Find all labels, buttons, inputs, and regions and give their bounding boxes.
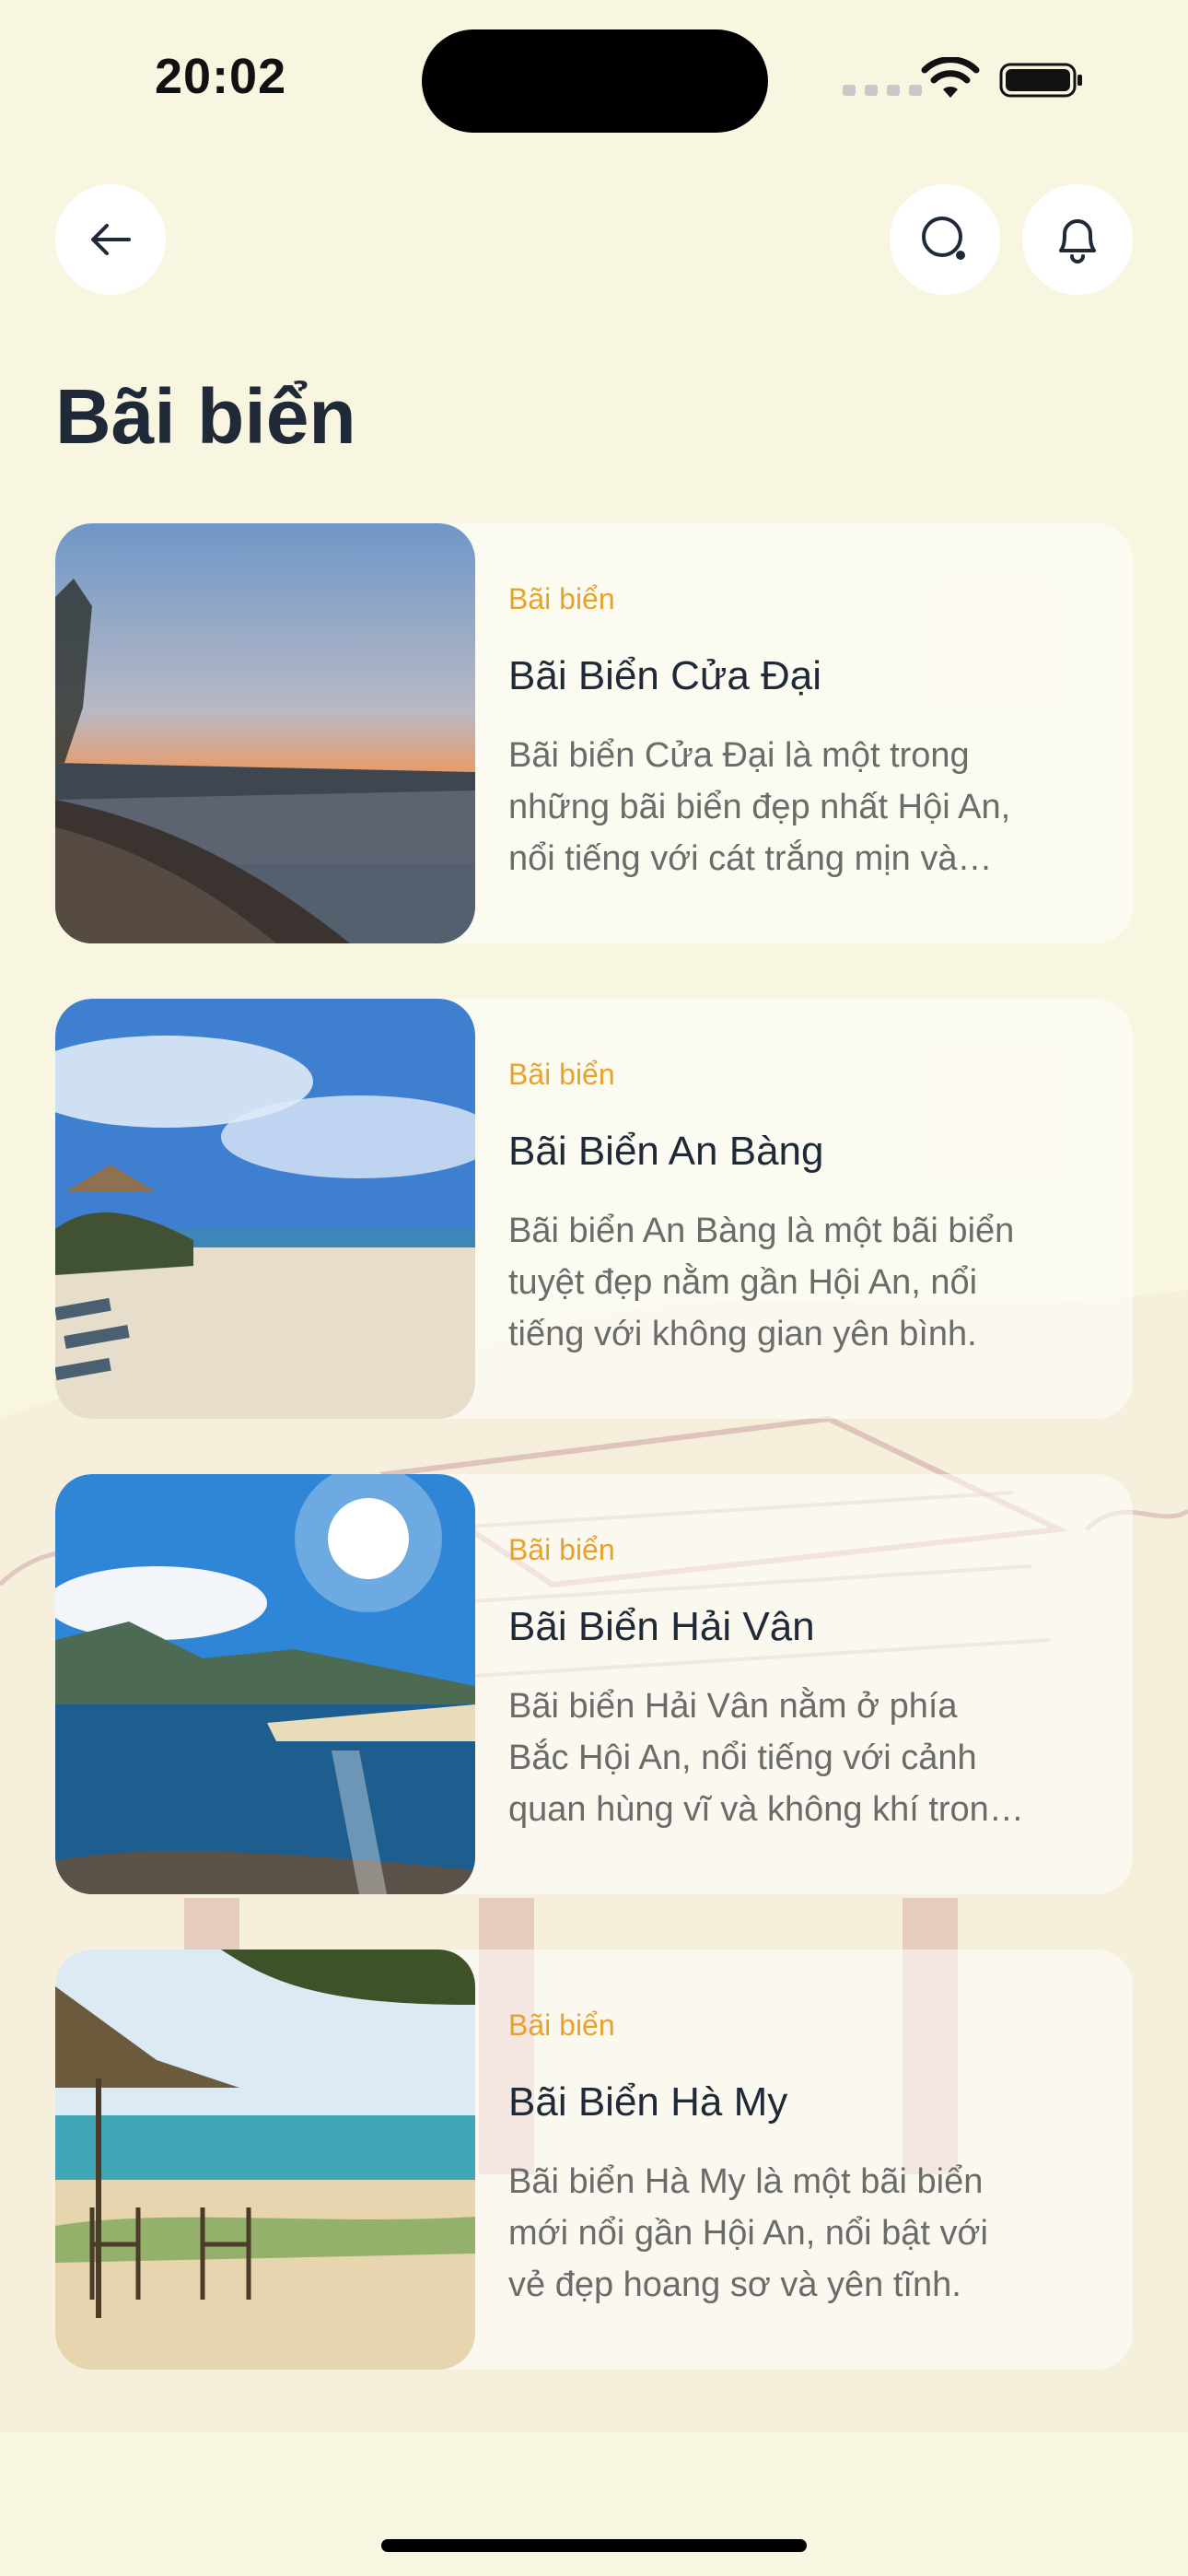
battery-icon (999, 63, 1082, 98)
item-category: Bãi biển (508, 1533, 615, 1566)
page-title: Bãi biển (55, 373, 356, 460)
item-description: Bãi biển Cửa Đại là một trong những bãi … (508, 736, 1011, 878)
list-item[interactable]: Bãi biển Bãi Biển Cửa Đại Bãi biển Cửa Đ… (55, 523, 1133, 943)
item-description: Bãi biển An Bàng là một bãi biển tuyệt đ… (508, 1212, 1015, 1353)
item-category: Bãi biển (508, 1058, 615, 1091)
list-item[interactable]: Bãi biển Bãi Biển An Bàng Bãi biển An Bà… (55, 999, 1133, 1419)
beach-photo (55, 1474, 475, 1894)
item-title: Bãi Biển Hải Vân (508, 1604, 815, 1649)
beach-photo (55, 999, 475, 1419)
back-button[interactable] (55, 184, 166, 295)
bell-icon (1059, 219, 1096, 263)
item-title: Bãi Biển An Bàng (508, 1129, 824, 1174)
item-title: Bãi Biển Cửa Đại (508, 653, 822, 698)
search-icon (922, 217, 965, 260)
cellular-signal-icon (843, 85, 922, 96)
search-button[interactable] (890, 184, 1000, 295)
beach-list: Bãi biển Bãi Biển Cửa Đại Bãi biển Cửa Đ… (55, 523, 1133, 2425)
dynamic-island (422, 29, 768, 133)
item-category: Bãi biển (508, 2008, 615, 2042)
list-item[interactable]: Bãi biển Bãi Biển Hà My Bãi biển Hà My l… (55, 1950, 1133, 2370)
beach-photo (55, 1950, 475, 2370)
status-time: 20:02 (155, 49, 287, 104)
status-bar: 20:02 (0, 0, 1188, 157)
home-indicator[interactable] (381, 2539, 807, 2552)
item-description: Bãi biển Hà My là một bãi biển mới nổi g… (508, 2162, 988, 2304)
item-title: Bãi Biển Hà My (508, 2079, 788, 2125)
beach-photo (55, 523, 475, 943)
arrow-left-icon (91, 224, 131, 255)
notification-button[interactable] (1022, 184, 1133, 295)
item-description: Bãi biển Hải Vân nằm ở phía Bắc Hội An, … (508, 1687, 1008, 1829)
wifi-icon (921, 57, 980, 98)
item-category: Bãi biển (508, 582, 615, 615)
list-item[interactable]: Bãi biển Bãi Biển Hải Vân Bãi biển Hải V… (55, 1474, 1133, 1894)
